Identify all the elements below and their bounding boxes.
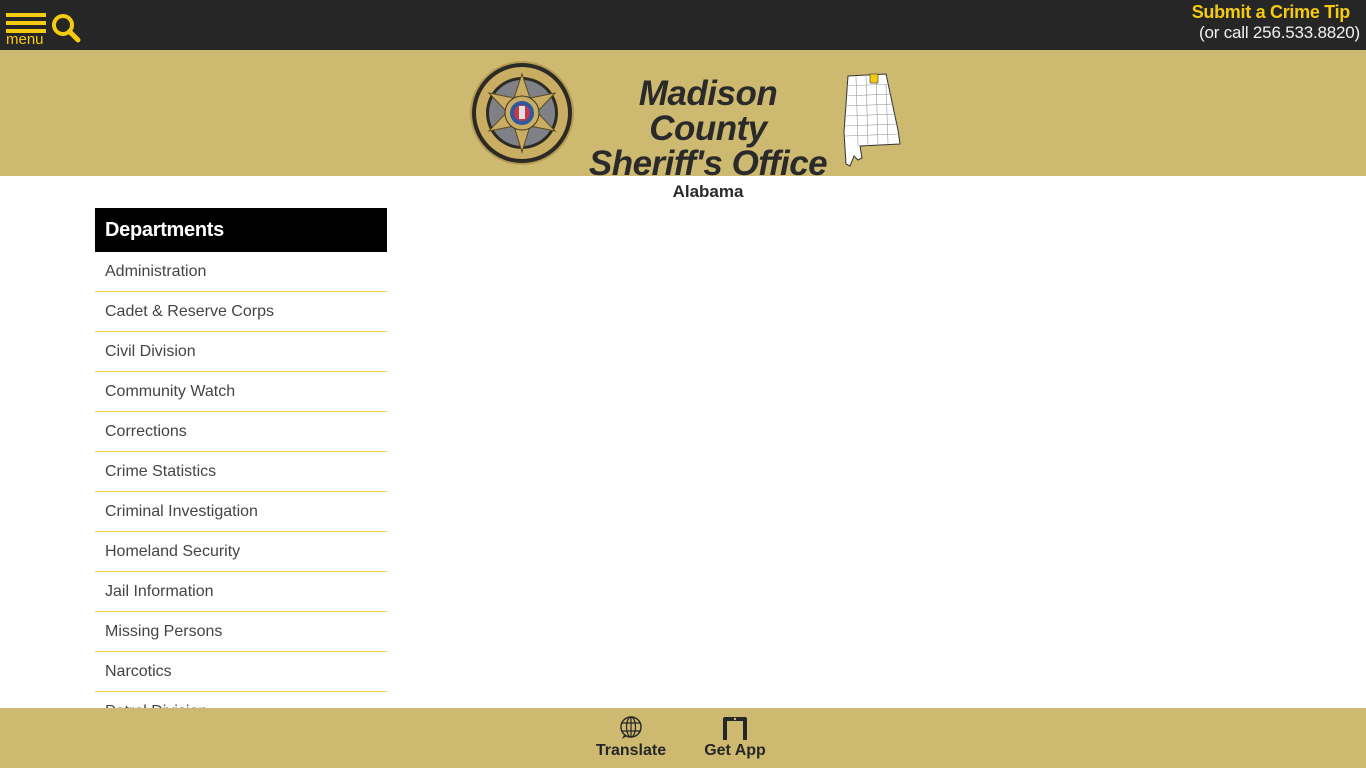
sidebar-item-community-watch[interactable]: Community Watch (95, 372, 387, 412)
sidebar-item-corrections[interactable]: Corrections (95, 412, 387, 452)
sidebar-item-crime-statistics[interactable]: Crime Statistics (95, 452, 387, 492)
sidebar-item-cadet-reserve-corps[interactable]: Cadet & Reserve Corps (95, 292, 387, 332)
sidebar-item-narcotics[interactable]: Narcotics (95, 652, 387, 692)
translate-label: Translate (595, 742, 667, 759)
menu-label: menu (6, 31, 44, 48)
sidebar-item-jail-information[interactable]: Jail Information (95, 572, 387, 612)
departments-heading: Departments (95, 208, 387, 252)
alabama-county-map-icon (843, 73, 901, 167)
title-line-1: Madison County (638, 74, 778, 148)
globe-icon (620, 716, 642, 739)
footer-bar: Translate Get App (0, 708, 1366, 768)
sidebar-item-civil-division[interactable]: Civil Division (95, 332, 387, 372)
translate-button[interactable]: Translate (593, 716, 669, 761)
menu-button[interactable]: menu (6, 10, 48, 48)
title-line-2: Sheriff's Office (588, 144, 828, 183)
site-title[interactable]: Madison County Sheriff's Office Alabama (578, 76, 838, 202)
sidebar-item-administration[interactable]: Administration (95, 252, 387, 292)
sidebar-item-missing-persons[interactable]: Missing Persons (95, 612, 387, 652)
title-subtitle: Alabama (672, 182, 744, 201)
sheriff-seal-icon[interactable] (469, 60, 575, 166)
sidebar-item-homeland-security[interactable]: Homeland Security (95, 532, 387, 572)
phone-icon (723, 717, 747, 740)
search-icon (52, 14, 81, 43)
get-app-label: Get App (704, 742, 766, 759)
top-bar: menu Submit a Crime Tip (or call 256.533… (0, 0, 1366, 50)
crime-tip-title[interactable]: Submit a Crime Tip (1192, 2, 1351, 22)
get-app-button[interactable]: Get App (700, 716, 770, 761)
header-banner: Madison County Sheriff's Office Alabama (0, 50, 1366, 201)
departments-sidebar: Departments Administration Cadet & Reser… (95, 208, 387, 732)
crime-tip-link[interactable]: Submit a Crime Tip (or call 256.533.8820… (1192, 2, 1360, 44)
sidebar-item-criminal-investigation[interactable]: Criminal Investigation (95, 492, 387, 532)
hamburger-icon-line (6, 21, 46, 25)
crime-tip-phone[interactable]: (or call 256.533.8820) (1192, 22, 1360, 44)
search-button[interactable] (50, 12, 82, 44)
hamburger-icon (6, 13, 46, 17)
